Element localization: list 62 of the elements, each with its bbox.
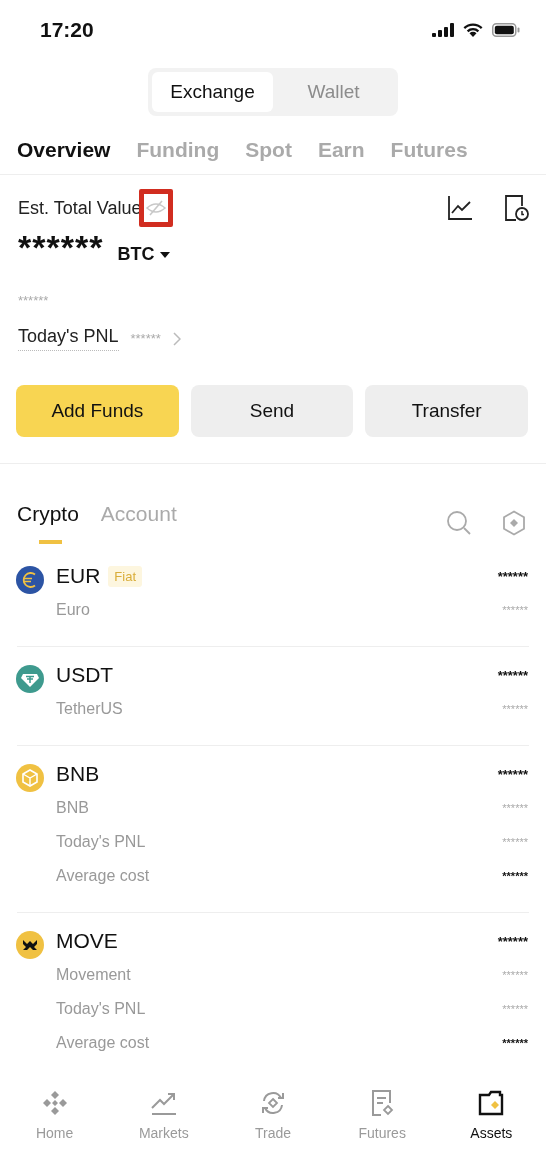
detail-label: Today's PNL xyxy=(56,1000,146,1019)
currency-selector[interactable]: BTC xyxy=(117,244,171,266)
nav-tab[interactable]: Assets xyxy=(446,1089,537,1142)
asset-value: ****** xyxy=(502,604,528,617)
wifi-icon xyxy=(462,21,484,38)
section-tab[interactable]: Overview xyxy=(17,138,111,163)
asset-name: Movement xyxy=(56,966,131,985)
asset-value: ****** xyxy=(502,703,528,716)
detail-label: Average cost xyxy=(56,867,150,886)
nav-tab[interactable]: Home xyxy=(9,1089,100,1142)
coin-icon xyxy=(16,764,44,793)
asset-symbol: USDT xyxy=(56,663,114,688)
action-button[interactable]: Transfer xyxy=(365,385,528,438)
detail-value: ****** xyxy=(502,1037,528,1050)
asset-value: ****** xyxy=(502,969,528,982)
asset-amount: ****** xyxy=(497,933,528,949)
history-icon[interactable] xyxy=(503,194,529,223)
folder-icon xyxy=(477,1089,506,1118)
asset-name: TetherUS xyxy=(56,700,123,719)
asset-value: ****** xyxy=(502,802,528,815)
asset-symbol: MOVE xyxy=(56,929,118,954)
secondary-value: ****** xyxy=(18,293,50,309)
asset-tab[interactable]: Account xyxy=(100,502,177,545)
detail-value: ****** xyxy=(502,836,528,849)
asset-amount: ****** xyxy=(497,667,528,683)
pnl-label: Today's PNL xyxy=(18,326,119,352)
action-button[interactable]: Add Funds xyxy=(16,385,179,438)
section-tab[interactable]: Earn xyxy=(317,138,365,163)
caret-icon xyxy=(160,251,171,258)
action-button[interactable]: Send xyxy=(190,385,354,438)
detail-label: Average cost xyxy=(56,1034,150,1053)
total-value: ****** xyxy=(18,227,104,268)
detail-label: Today's PNL xyxy=(56,833,146,852)
detail-value: ****** xyxy=(502,1003,528,1016)
detail-value: ****** xyxy=(502,870,528,883)
section-tab[interactable]: Funding xyxy=(136,138,220,163)
nav-tab[interactable]: Futures xyxy=(337,1089,428,1142)
asset-symbol: EUR xyxy=(56,564,101,589)
mode-tab[interactable]: Exchange xyxy=(152,72,273,113)
asset-name: Euro xyxy=(56,601,90,620)
asset-amount: ****** xyxy=(497,766,528,782)
chart-icon[interactable] xyxy=(447,195,473,222)
nav-tab[interactable]: Trade xyxy=(227,1089,318,1142)
total-value-label: Est. Total Value xyxy=(18,197,142,219)
asset-symbol: BNB xyxy=(56,762,100,787)
mode-tab[interactable]: Wallet xyxy=(273,72,394,113)
visibility-toggle[interactable] xyxy=(139,189,174,228)
asset-tag: Fiat xyxy=(108,565,142,587)
signal-icon xyxy=(432,22,454,37)
battery-icon xyxy=(492,22,520,37)
eye-off-icon xyxy=(145,199,168,218)
coin-icon xyxy=(16,566,44,595)
pnl-value: ****** xyxy=(130,331,161,347)
asset-amount: ****** xyxy=(497,568,528,584)
coin-icon xyxy=(16,931,44,960)
status-time: 17:20 xyxy=(40,17,94,42)
nav-tab[interactable]: Markets xyxy=(118,1089,209,1142)
asset-name: BNB xyxy=(56,799,89,818)
section-tab[interactable]: Spot xyxy=(245,138,292,163)
asset-tab[interactable]: Crypto xyxy=(17,502,79,545)
coin-icon xyxy=(16,665,44,694)
section-tab[interactable]: Futures xyxy=(390,138,468,163)
